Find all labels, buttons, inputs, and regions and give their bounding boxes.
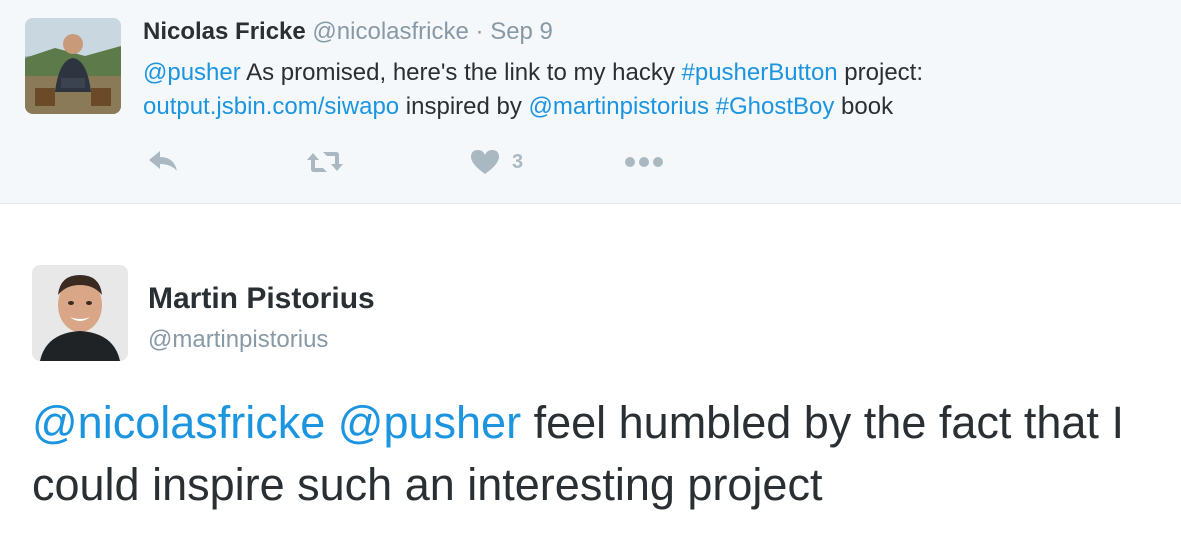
mention-link[interactable]: @martinpistorius	[529, 93, 709, 120]
nicolas-avatar[interactable]	[25, 18, 121, 114]
more-button[interactable]	[624, 142, 664, 182]
mention-link[interactable]: @pusher	[143, 59, 241, 86]
text-segment	[709, 93, 716, 120]
text-segment	[325, 397, 338, 448]
author-name[interactable]: Nicolas Fricke	[143, 18, 306, 45]
like-button[interactable]: 3	[470, 142, 523, 182]
text-segment: book	[834, 93, 894, 120]
url-link[interactable]: output.jsbin.com/siwapo	[143, 93, 399, 120]
author-name[interactable]: Martin Pistorius	[148, 282, 375, 316]
author-handle[interactable]: @martinpistorius	[148, 326, 328, 354]
reply-tweet-text: @nicolasfricke @pusher feel humbled by t…	[32, 392, 1172, 516]
tweet-date[interactable]: Sep 9	[490, 18, 553, 45]
parent-tweet-header: Nicolas Fricke @nicolasfricke · Sep 9	[143, 17, 553, 47]
parent-tweet[interactable]: Nicolas Fricke @nicolasfricke · Sep 9 @p…	[0, 0, 1181, 204]
separator: ·	[475, 18, 484, 45]
reply-icon	[149, 151, 177, 171]
reply-button[interactable]	[147, 142, 179, 182]
more-icon	[625, 157, 663, 167]
author-handle[interactable]: @nicolasfricke	[312, 18, 468, 45]
tweet-actions: 3	[0, 142, 1181, 182]
retweet-icon	[307, 152, 343, 172]
hashtag-link[interactable]: #pusherButton	[682, 59, 838, 86]
retweet-button[interactable]	[305, 142, 345, 182]
parent-tweet-text: @pusher As promised, here's the link to …	[143, 56, 1173, 124]
hashtag-link[interactable]: #GhostBoy	[716, 93, 835, 120]
like-count: 3	[512, 150, 524, 173]
text-segment: inspired by	[399, 93, 529, 120]
martin-avatar[interactable]	[32, 265, 128, 361]
heart-icon	[471, 150, 499, 174]
text-segment: project:	[837, 59, 924, 86]
text-segment: As promised, here's the link to my hacky	[240, 59, 682, 86]
mention-link[interactable]: @nicolasfricke	[32, 397, 325, 448]
mention-link[interactable]: @pusher	[338, 397, 521, 448]
